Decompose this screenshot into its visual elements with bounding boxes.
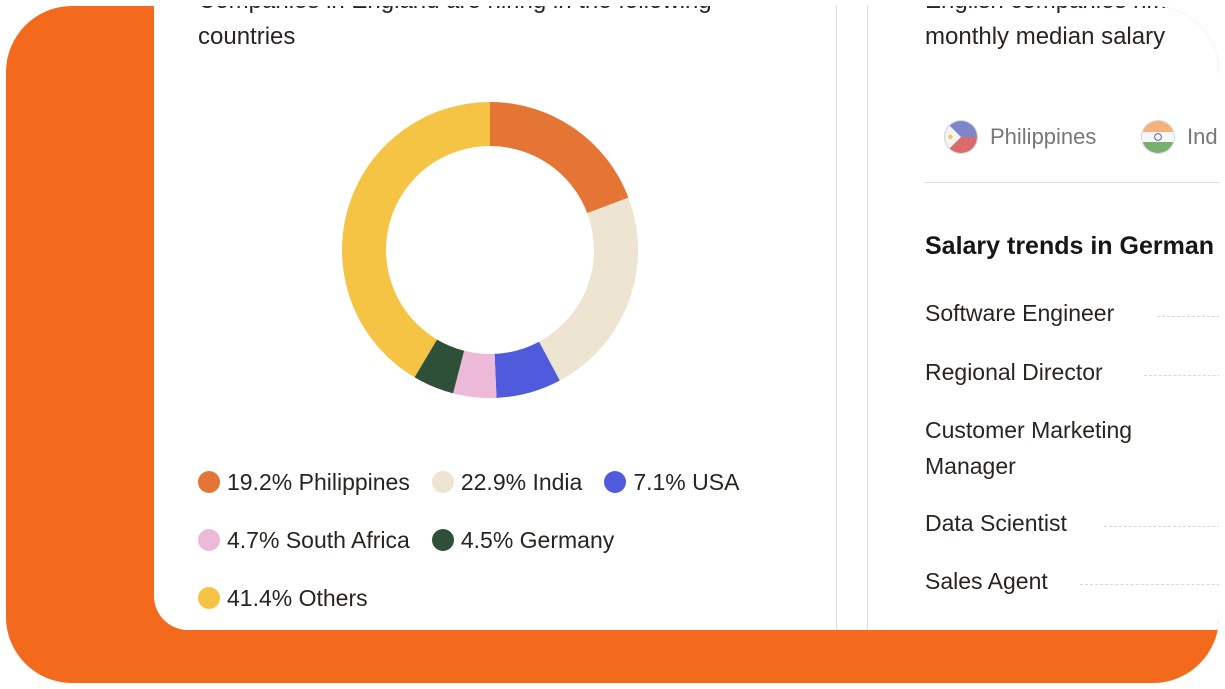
legend-swatch <box>198 471 220 493</box>
legend-swatch <box>431 529 454 551</box>
legend-item-philippines: 19.2% Philippines <box>198 469 410 496</box>
legend-swatch <box>431 471 454 493</box>
philippines-flag-icon <box>944 120 978 154</box>
legend-item-germany: 4.5% Germany <box>431 526 615 554</box>
legend-label: 4.5% Germany <box>460 526 615 553</box>
legend-item-south-africa: 4.7% South Africa <box>198 527 410 554</box>
donut-chart <box>342 102 638 398</box>
dotted-leader <box>1104 526 1219 527</box>
tabs-underline <box>925 182 1219 183</box>
legend-label: 19.2% Philippines <box>227 468 410 495</box>
legend-item-india: 22.9% India <box>431 468 583 496</box>
job-name: Regional Director <box>925 359 1103 385</box>
india-flag-icon <box>1141 120 1175 154</box>
dotted-leader <box>1080 584 1219 585</box>
donut-slice-others[interactable] <box>342 102 490 378</box>
legend-row: 4.7% South Africa 4.5% Germany <box>198 511 818 569</box>
legend-row: 19.2% Philippines 22.9% India 7.1% USA <box>198 453 818 511</box>
legend-label: 4.7% South Africa <box>227 526 410 553</box>
legend-swatch <box>604 471 627 493</box>
job-name: Data Scientist <box>925 510 1067 536</box>
job-row-regional-director[interactable]: Regional Director <box>925 354 1219 390</box>
legend-item-others: 41.4% Others <box>198 585 368 612</box>
tab-label: Philippines <box>990 124 1097 149</box>
legend-label: 41.4% Others <box>227 584 368 611</box>
tab-india[interactable]: India <box>1141 120 1219 154</box>
column-divider <box>867 6 868 630</box>
salary-heading: English companies hi… monthly median sal… <box>925 6 1176 50</box>
legend-row: 41.4% Others <box>198 569 818 627</box>
job-name: Sales Agent <box>925 568 1048 594</box>
section-title: Salary trends in German <box>925 232 1215 260</box>
legend-swatch <box>198 587 220 609</box>
dotted-leader <box>1144 375 1219 376</box>
dotted-leader <box>1157 316 1219 317</box>
legend-label: 22.9% India <box>460 468 583 495</box>
legend-swatch <box>198 529 220 551</box>
legend-item-usa: 7.1% USA <box>604 469 739 496</box>
tab-philippines[interactable]: Philippines <box>944 120 1096 154</box>
legend-label: 7.1% USA <box>633 468 740 495</box>
column-divider <box>836 6 837 630</box>
job-name: Software Engineer <box>925 300 1115 326</box>
job-row-software-engineer[interactable]: Software Engineer <box>925 295 1219 331</box>
job-row-data-scientist[interactable]: Data Scientist <box>925 505 1219 541</box>
chart-legend: 19.2% Philippines 22.9% India 7.1% USA 4.7%… <box>198 453 818 627</box>
content-card: Companies in England are hiring in the f… <box>154 6 1219 630</box>
tab-label: India <box>1187 124 1219 149</box>
job-name: Customer Marketing Manager <box>925 417 1133 479</box>
job-row-customer-marketing-manager[interactable]: Customer Marketing Manager <box>925 412 1219 484</box>
chart-heading: Companies in England are hiring in the f… <box>198 6 712 50</box>
donut-slice-india[interactable] <box>539 197 638 381</box>
job-row-sales-agent[interactable]: Sales Agent <box>925 563 1219 599</box>
orange-frame: Companies in England are hiring in the f… <box>6 6 1219 683</box>
donut-slice-philippines[interactable] <box>490 102 629 214</box>
country-tabs: Philippines India <box>944 120 1219 160</box>
